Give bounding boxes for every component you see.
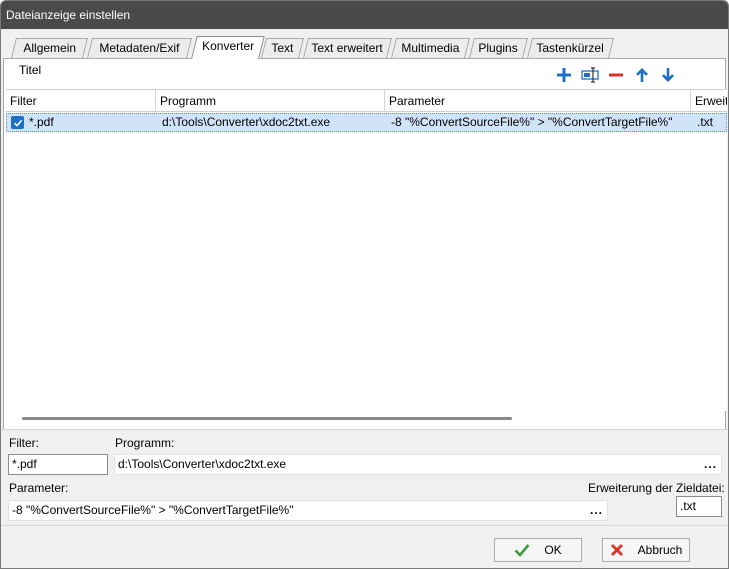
program-input[interactable]: d:\Tools\Converter\xdoc2txt.exe ... (114, 454, 722, 475)
edit-icon (581, 67, 599, 83)
dialog-window: Dateianzeige einstellen Allgemein Metada… (0, 0, 729, 569)
dialog-footer: OK Abbruch (1, 525, 728, 568)
ok-button[interactable]: OK (494, 538, 582, 562)
edit-button[interactable] (579, 64, 601, 86)
program-browse-button[interactable]: ... (704, 455, 717, 474)
cell-filter: *.pdf (29, 115, 54, 129)
parameter-label: Parameter: (9, 481, 69, 495)
add-icon (557, 68, 571, 82)
tab-text-erweitert[interactable]: Text erweitert (303, 38, 392, 58)
horizontal-scrollbar[interactable] (22, 417, 512, 420)
extension-input[interactable]: .txt (676, 496, 722, 517)
table-row[interactable]: *.pdf d:\Tools\Converter\xdoc2txt.exe -8… (6, 113, 727, 132)
section-title: Titel (19, 63, 42, 77)
move-down-button[interactable] (657, 64, 679, 86)
tab-tastenkuerzel[interactable]: Tastenkürzel (527, 38, 614, 58)
filter-input[interactable]: *.pdf (8, 454, 108, 475)
parameter-browse-button[interactable]: ... (590, 501, 603, 520)
tab-metadaten-exif[interactable]: Metadaten/Exif (87, 38, 192, 58)
table-header: Filter Programm Parameter Erweit (6, 90, 727, 112)
tab-text[interactable]: Text (261, 38, 304, 58)
converter-table: Filter Programm Parameter Erweit *.pdf d… (6, 89, 727, 411)
window-title: Dateianzeige einstellen (6, 8, 131, 22)
check-icon (514, 544, 530, 557)
cell-program: d:\Tools\Converter\xdoc2txt.exe (162, 115, 331, 129)
cancel-button[interactable]: Abbruch (602, 538, 690, 562)
edit-area: Filter: Programm: *.pdf d:\Tools\Convert… (1, 429, 728, 525)
program-label: Programm: (115, 436, 175, 450)
remove-icon (609, 73, 623, 77)
move-down-icon (662, 68, 674, 82)
move-up-icon (636, 68, 648, 82)
tab-konverter[interactable]: Konverter (191, 36, 265, 59)
title-bar: Dateianzeige einstellen (1, 1, 728, 29)
column-header-erweiterung[interactable]: Erweit (691, 90, 727, 112)
close-icon (610, 544, 623, 556)
column-header-filter[interactable]: Filter (6, 90, 156, 112)
cell-extension: .txt (697, 115, 714, 129)
extension-label: Erweiterung der Zieldatei: (588, 481, 725, 495)
tab-plugins[interactable]: Plugins (469, 38, 528, 58)
row-checkbox[interactable] (11, 116, 24, 129)
tab-allgemein[interactable]: Allgemein (11, 38, 88, 58)
add-button[interactable] (553, 64, 575, 86)
column-header-programm[interactable]: Programm (156, 90, 385, 112)
checkmark-icon (13, 119, 22, 127)
column-header-parameter[interactable]: Parameter (385, 90, 691, 112)
parameter-input[interactable]: -8 "%ConvertSourceFile%" > "%ConvertTarg… (8, 500, 608, 521)
cell-parameter: -8 "%ConvertSourceFile%" > "%ConvertTarg… (391, 115, 673, 129)
tab-strip: Allgemein Metadaten/Exif Konverter Text … (1, 29, 728, 59)
move-up-button[interactable] (631, 64, 653, 86)
filter-label: Filter: (9, 436, 39, 450)
converter-panel: Titel Filter Programm Parameter Erweit *… (3, 59, 727, 429)
tab-multimedia[interactable]: Multimedia (391, 38, 470, 58)
remove-button[interactable] (605, 64, 627, 86)
